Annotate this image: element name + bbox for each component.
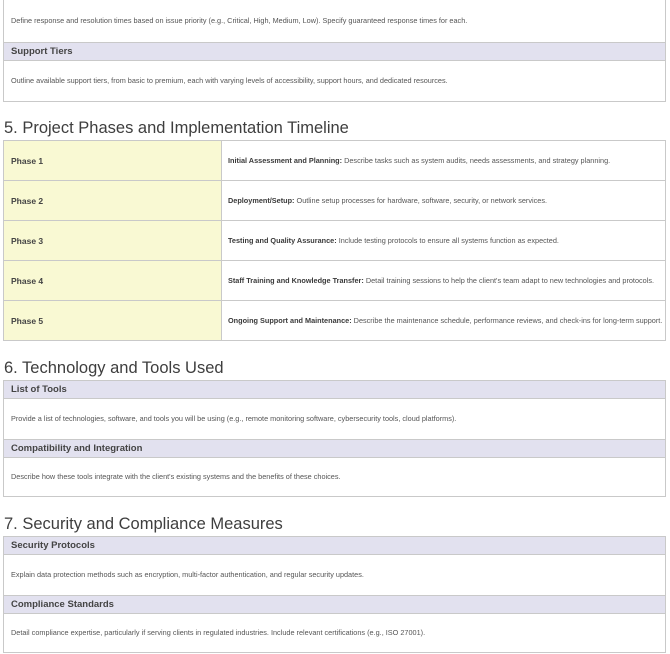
phase-text: Include testing protocols to ensure all … <box>336 236 559 245</box>
response-times-text: Define response and resolution times bas… <box>11 16 468 25</box>
table-row: Phase 2 Deployment/Setup: Outline setup … <box>3 180 666 221</box>
table-row: Phase 1 Initial Assessment and Planning:… <box>3 140 666 181</box>
support-tiers-title: Support Tiers <box>4 42 665 61</box>
phase-name: Phase 5 <box>3 300 222 341</box>
phase-description: Staff Training and Knowledge Transfer: D… <box>221 260 666 301</box>
phase-name: Phase 3 <box>3 220 222 261</box>
phase-label: Ongoing Support and Maintenance: <box>228 316 352 325</box>
security-protocols-title: Security Protocols <box>4 537 665 555</box>
compliance-standards-title: Compliance Standards <box>4 595 665 614</box>
phase-text: Describe tasks such as system audits, ne… <box>342 156 611 165</box>
phase-text: Outline setup processes for hardware, so… <box>294 196 548 205</box>
phase-label: Deployment/Setup: <box>228 196 295 205</box>
section-5-heading: 5. Project Phases and Implementation Tim… <box>4 119 349 137</box>
list-of-tools-text: Provide a list of technologies, software… <box>11 414 457 423</box>
support-tiers-text: Outline available support tiers, from ba… <box>11 76 448 85</box>
table-row: Phase 3 Testing and Quality Assurance: I… <box>3 220 666 261</box>
list-of-tools-title: List of Tools <box>4 381 665 399</box>
phase-label: Testing and Quality Assurance: <box>228 236 337 245</box>
compatibility-text: Describe how these tools integrate with … <box>11 472 341 481</box>
section-6-heading: 6. Technology and Tools Used <box>4 359 224 377</box>
phase-description: Initial Assessment and Planning: Describ… <box>221 140 666 181</box>
phase-description: Ongoing Support and Maintenance: Describ… <box>221 300 666 341</box>
phase-name: Phase 4 <box>3 260 222 301</box>
phase-name: Phase 2 <box>3 180 222 221</box>
response-times-box: Define response and resolution times bas… <box>3 0 666 102</box>
phase-text: Detail training sessions to help the cli… <box>363 276 655 285</box>
phase-description: Testing and Quality Assurance: Include t… <box>221 220 666 261</box>
compatibility-title: Compatibility and Integration <box>4 439 665 458</box>
phase-description: Deployment/Setup: Outline setup processe… <box>221 180 666 221</box>
phase-name: Phase 1 <box>3 140 222 181</box>
table-row: Phase 4 Staff Training and Knowledge Tra… <box>3 260 666 301</box>
compliance-standards-text: Detail compliance expertise, particularl… <box>11 628 426 637</box>
document-page: Define response and resolution times bas… <box>0 0 670 654</box>
section-7-heading: 7. Security and Compliance Measures <box>4 515 283 533</box>
phase-label: Initial Assessment and Planning: <box>228 156 343 165</box>
security-box: Security Protocols Explain data protecti… <box>3 536 666 653</box>
tools-box: List of Tools Provide a list of technolo… <box>3 380 666 497</box>
phase-text: Describe the maintenance schedule, perfo… <box>351 316 663 325</box>
phases-table: Phase 1 Initial Assessment and Planning:… <box>3 140 666 341</box>
phase-label: Staff Training and Knowledge Transfer: <box>228 276 364 285</box>
table-row: Phase 5 Ongoing Support and Maintenance:… <box>3 300 666 341</box>
security-protocols-text: Explain data protection methods such as … <box>11 570 364 579</box>
